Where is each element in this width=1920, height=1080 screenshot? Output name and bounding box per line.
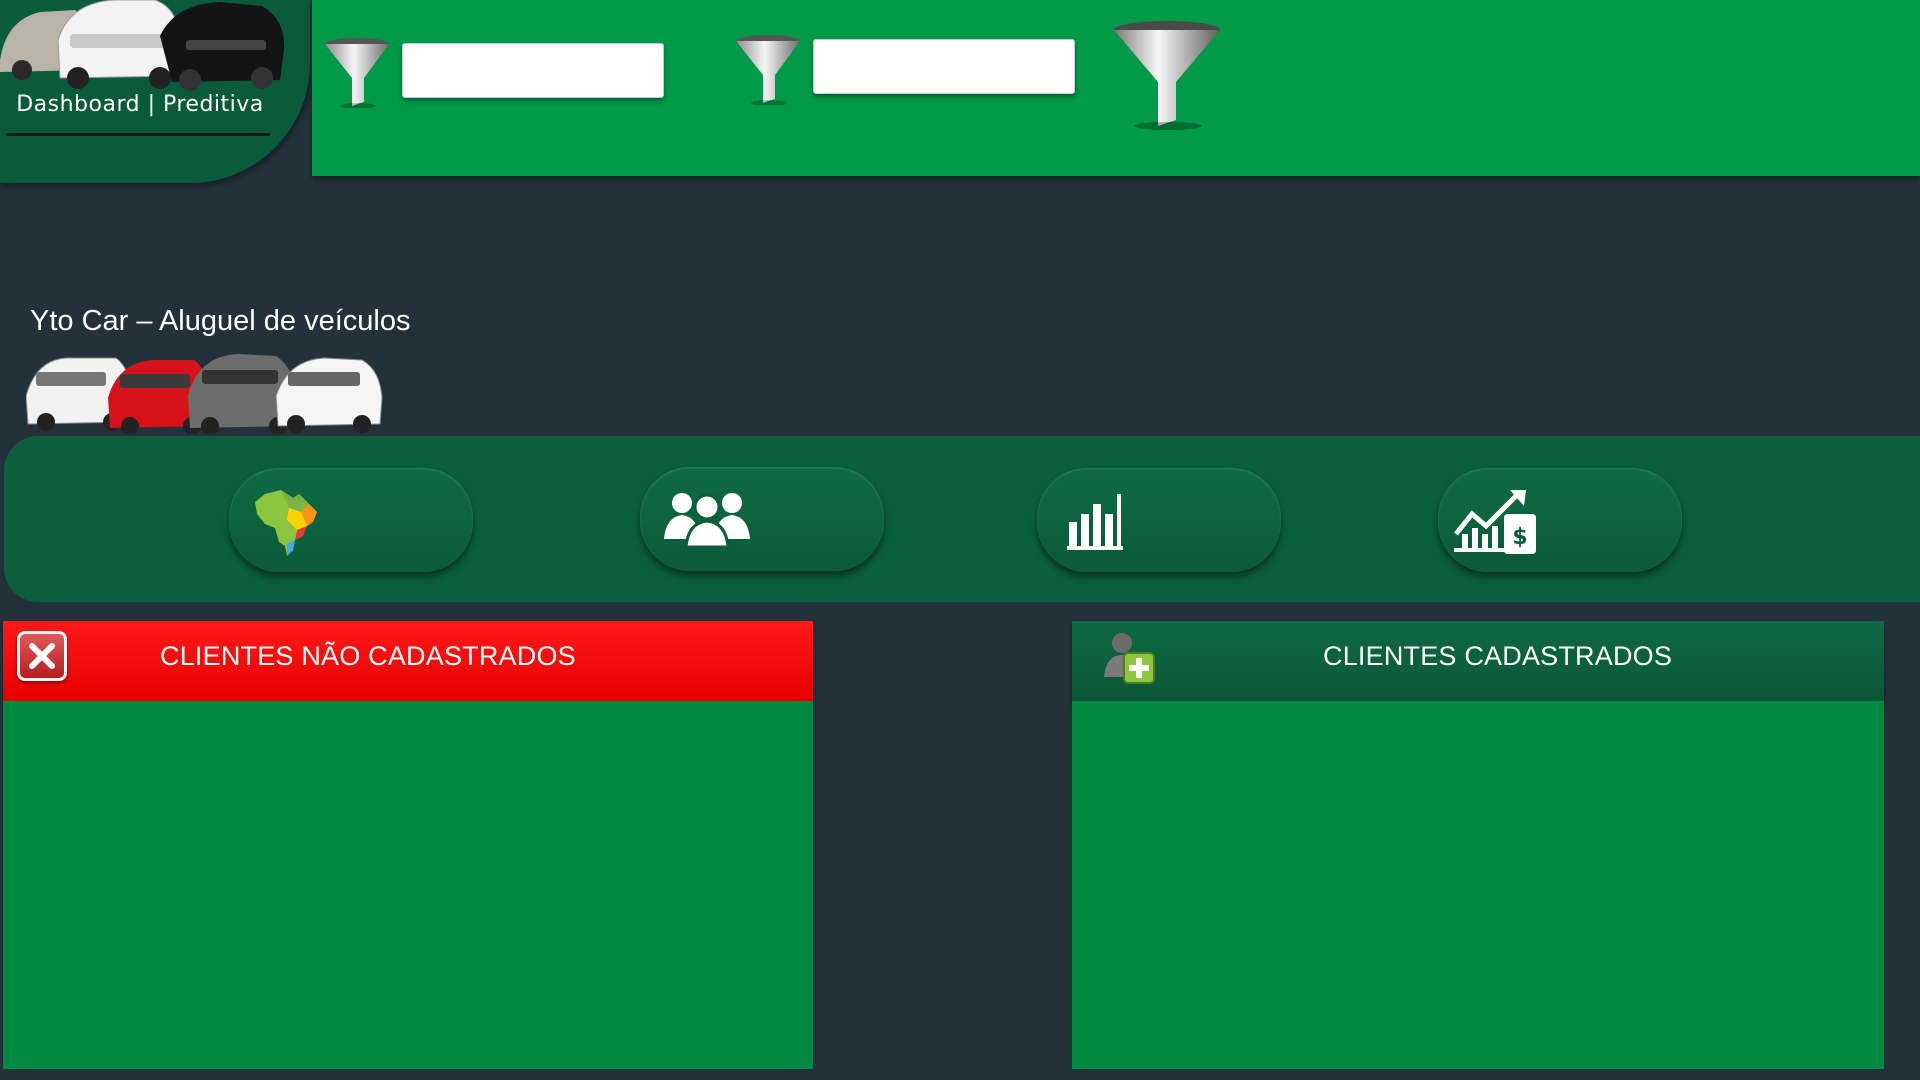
funnel-large-icon[interactable] <box>1110 20 1224 130</box>
nav-button-revenue[interactable]: $ <box>1438 468 1682 572</box>
logo-divider <box>6 133 270 136</box>
brazil-map-icon <box>255 490 317 556</box>
car-fleet-image <box>0 0 285 91</box>
filter-2-input[interactable] <box>813 39 1075 94</box>
funnel-icon <box>736 35 800 105</box>
funnel-icon <box>325 38 389 108</box>
page-title: Yto Car – Aluguel de veículos <box>30 305 411 337</box>
bar-chart-icon <box>1067 494 1123 550</box>
logo-caption: Dashboard | Preditiva <box>16 92 264 117</box>
registered-clients-header: CLIENTES CADASTRADOS <box>1072 621 1884 701</box>
close-icon[interactable] <box>17 631 67 681</box>
filter-1-input[interactable] <box>402 43 664 98</box>
unregistered-clients-header: CLIENTES NÃO CADASTRADOS <box>3 621 813 701</box>
car-lineup-image <box>26 354 383 434</box>
registered-clients-panel <box>1072 701 1884 1069</box>
unregistered-clients-title: CLIENTES NÃO CADASTRADOS <box>160 641 576 671</box>
customers-group-icon <box>664 493 750 549</box>
nav-button-charts[interactable] <box>1037 468 1281 572</box>
nav-button-regions[interactable] <box>229 468 473 572</box>
revenue-growth-icon: $ <box>1454 490 1536 554</box>
svg-text:$: $ <box>1512 525 1527 550</box>
nav-button-customers[interactable] <box>640 467 884 571</box>
registered-clients-title: CLIENTES CADASTRADOS <box>1323 641 1673 671</box>
add-user-icon <box>1104 633 1155 684</box>
unregistered-clients-panel <box>3 701 813 1069</box>
